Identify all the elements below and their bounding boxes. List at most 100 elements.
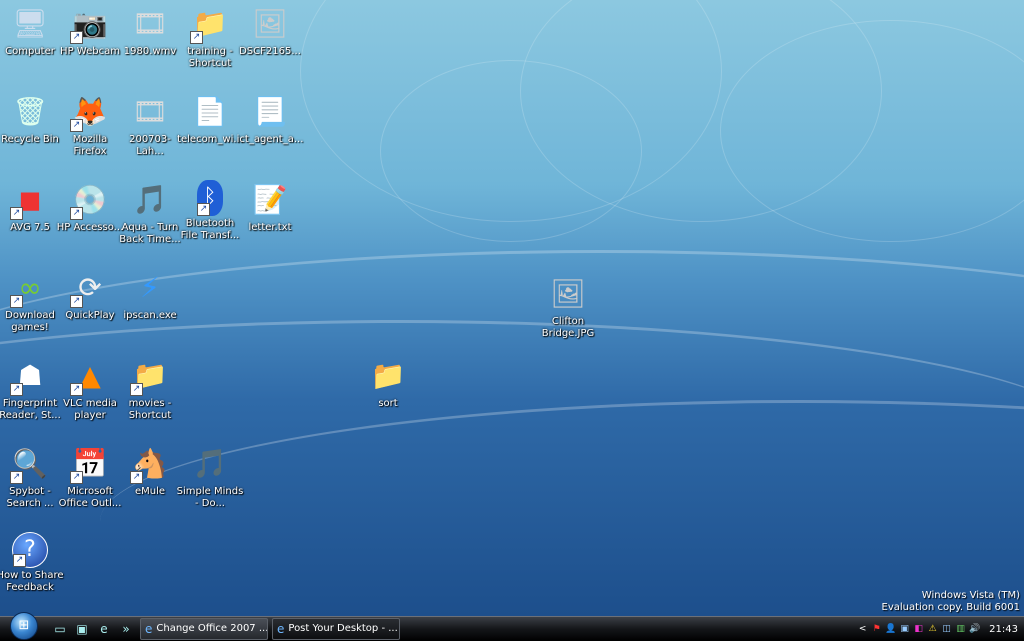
tray-icons: ⚑ 👤 ▣ ◧ ⚠ ◫ ▥ 🔊 <box>871 624 981 635</box>
shortcut-arrow-icon: ↗ <box>130 471 143 484</box>
shortcut-arrow-icon: ↗ <box>70 207 83 220</box>
desktop-icon[interactable]: 📷 ↗ HP Webcam <box>58 4 122 58</box>
desktop-icon[interactable]: 📄 telecom_wi... <box>177 92 243 146</box>
desktop-icon-label: telecom_wi... <box>177 134 243 145</box>
quick-launch: ▭ ▣ e <box>46 621 112 637</box>
battery-icon[interactable]: ▥ <box>955 624 966 635</box>
desktop-icon-label: HP Webcam <box>60 46 120 57</box>
quickplay-icon: ⟳ ↗ <box>70 268 110 308</box>
show-desktop-icon[interactable]: ▭ <box>52 621 68 637</box>
desktop-icon[interactable]: 🗑 Recycle Bin <box>0 92 62 146</box>
start-button[interactable]: ⊞ <box>10 612 38 640</box>
pdf-file-icon: 📄 <box>192 95 228 128</box>
internet-explorer-icon: e <box>277 622 285 636</box>
computer-icon: 🖥 <box>12 7 48 40</box>
taskbar-button[interactable]: e Change Office 2007 ... <box>140 618 268 640</box>
folder-icon: 📁 ↗ <box>190 4 230 44</box>
photo-file-icon: 🖼 <box>550 277 586 310</box>
shortcut-arrow-icon: ↗ <box>70 119 83 132</box>
desktop-icon[interactable]: ⚡ ipscan.exe <box>118 268 182 322</box>
desktop-icon-label: sort <box>378 398 398 409</box>
desktop[interactable]: 🖥 Computer 📷 ↗ HP Webcam 🎞 1980.wmv 📁 ↗ training … <box>0 0 1024 616</box>
user-icon[interactable]: 👤 <box>885 624 896 635</box>
text-file-icon: 📝 <box>252 183 288 216</box>
warning-icon[interactable]: ⚠ <box>927 624 938 635</box>
shortcut-arrow-icon: ↗ <box>10 471 23 484</box>
hp-accessories-icon: 💿 ↗ <box>70 180 110 220</box>
flag-icon[interactable]: ⚑ <box>871 624 882 635</box>
ipscan-icon: ⚡ <box>140 271 160 304</box>
shortcut-arrow-icon: ↗ <box>70 295 83 308</box>
desktop-icon-label: Computer <box>5 46 55 57</box>
desktop-icon-label: Bluetooth File Transf... <box>180 218 240 241</box>
taskbar-button-label: Change Office 2007 ... <box>156 623 268 634</box>
shortcut-arrow-icon: ↗ <box>197 203 210 216</box>
desktop-icon[interactable]: 🦊 ↗ Mozilla Firefox <box>58 92 122 158</box>
desktop-icon-label: Spybot - Search ... <box>6 486 54 509</box>
taskbar-button-label: Post Your Desktop - ... <box>288 623 398 634</box>
desktop-icon-label: eMule <box>134 486 166 497</box>
shortcut-arrow-icon: ↗ <box>70 383 83 396</box>
switch-windows-icon[interactable]: ▣ <box>74 621 90 637</box>
desktop-icon[interactable]: 📝 letter.txt <box>238 180 302 234</box>
tray-expand-icon[interactable]: < <box>857 624 868 635</box>
desktop-icon[interactable]: ∞ ↗ Download games! <box>0 268 62 334</box>
desktop-icon[interactable]: ᛒ ↗ Bluetooth File Transf... <box>178 180 242 242</box>
firefox-icon: 🦊 ↗ <box>70 92 110 132</box>
desktop-icon[interactable]: 📁 sort <box>356 356 420 410</box>
task-buttons: e Change Office 2007 ... e Post Your Deskto… <box>136 618 400 640</box>
quick-launch-overflow[interactable]: » <box>118 621 134 637</box>
monitor-icon[interactable]: ▣ <box>899 624 910 635</box>
desktop-icon[interactable]: 🖥 Computer <box>0 4 62 58</box>
desktop-icon[interactable]: ? ↗ How to Share Feedback <box>0 532 64 594</box>
desktop-icon[interactable]: 🖼 DSCF2165... <box>238 4 302 58</box>
taskbar-button[interactable]: e Post Your Desktop - ... <box>272 618 400 640</box>
desktop-icon-label: training - Shortcut <box>187 46 233 69</box>
avg-icon: ◼ ↗ <box>10 180 50 220</box>
desktop-icon[interactable]: ▲ ↗ VLC media player <box>58 356 122 422</box>
desktop-icon[interactable]: 🎵 Simple Minds - Do... <box>176 444 244 510</box>
desktop-icon-label: 200703-Lah... <box>129 134 171 157</box>
network-icon[interactable]: ◫ <box>941 624 952 635</box>
folder-icon: 📁 <box>370 359 406 392</box>
desktop-icon[interactable]: ◼ ↗ AVG 7.5 <box>0 180 62 234</box>
desktop-icon[interactable]: 🎞 1980.wmv <box>118 4 182 58</box>
volume-icon[interactable]: 🔊 <box>969 624 980 635</box>
shortcut-arrow-icon: ↗ <box>70 31 83 44</box>
watermark-line-2: Evaluation copy. Build 6001 <box>881 602 1021 613</box>
desktop-icon[interactable]: 📃 ict_agent_a... <box>237 92 304 146</box>
desktop-icon-label: Download games! <box>5 310 55 333</box>
desktop-icon[interactable]: 🎵 Aqua - Turn Back Time... <box>118 180 182 246</box>
taskbar: ⊞ ▭ ▣ e » e Change Office 2007 ... e Post You… <box>0 612 1024 641</box>
windows-watermark: Windows Vista (TM) Evaluation copy. Buil… <box>882 590 1021 614</box>
desktop-icon-label: VLC media player <box>63 398 117 421</box>
outlook-icon: 📅 ↗ <box>70 444 110 484</box>
desktop-icon[interactable]: 🐴 ↗ eMule <box>118 444 182 498</box>
desktop-icon[interactable]: 🔍 ↗ Spybot - Search ... <box>0 444 62 510</box>
shortcut-arrow-icon: ↗ <box>130 383 143 396</box>
desktop-icon[interactable]: 🎞 200703-Lah... <box>118 92 182 158</box>
internet-explorer-icon[interactable]: e <box>96 621 112 637</box>
shortcut-arrow-icon: ↗ <box>70 471 83 484</box>
clock[interactable]: 21:43 <box>989 624 1018 635</box>
desktop-icon-label: Simple Minds - Do... <box>176 486 244 509</box>
vlc-icon: ▲ ↗ <box>70 356 110 396</box>
desktop-icon[interactable]: 📁 ↗ training - Shortcut <box>178 4 242 70</box>
desktop-icon-label: Microsoft Office Outl... <box>58 486 122 509</box>
shortcut-arrow-icon: ↗ <box>10 295 23 308</box>
desktop-icon[interactable]: 📁 ↗ movies - Shortcut <box>118 356 182 422</box>
video-file-icon: 🎞 <box>132 7 168 40</box>
notification-area: < ⚑ 👤 ▣ ◧ ⚠ ◫ ▥ 🔊 21:43 <box>857 617 1024 641</box>
desktop-icon[interactable]: 💿 ↗ HP Accesso... <box>57 180 123 234</box>
document-file-icon: 📃 <box>252 95 288 128</box>
mp3-file-icon: 🎵 <box>192 447 228 480</box>
spybot-icon: 🔍 ↗ <box>10 444 50 484</box>
desktop-icon[interactable]: 🖼 Clifton Bridge.JPG <box>536 274 600 340</box>
desktop-icon[interactable]: ⟳ ↗ QuickPlay <box>58 268 122 322</box>
recycle-bin-icon: 🗑 <box>12 95 48 128</box>
desktop-icon-label: Aqua - Turn Back Time... <box>119 222 181 245</box>
color-icon[interactable]: ◧ <box>913 624 924 635</box>
desktop-icon[interactable]: ☗ ↗ Fingerprint Reader, St... <box>0 356 62 422</box>
desktop-icon[interactable]: 📅 ↗ Microsoft Office Outl... <box>58 444 122 510</box>
shortcut-arrow-icon: ↗ <box>190 31 203 44</box>
